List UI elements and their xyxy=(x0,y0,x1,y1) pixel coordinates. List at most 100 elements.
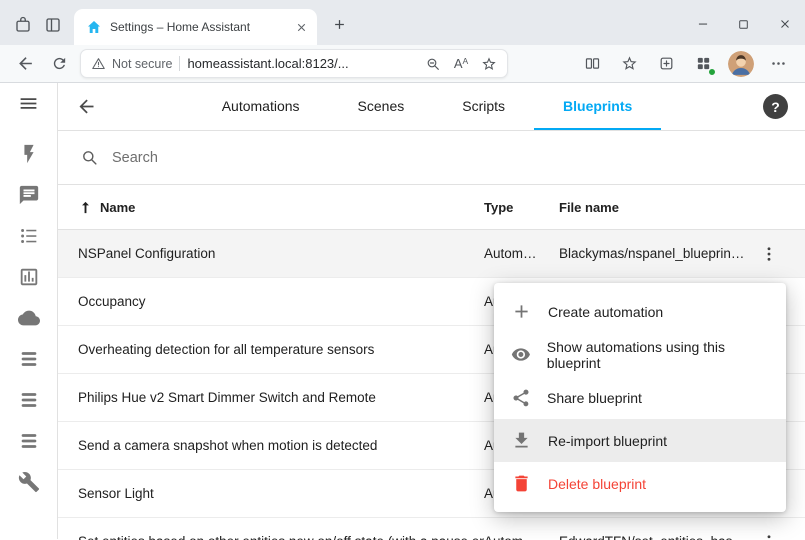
favorite-star-button[interactable] xyxy=(475,51,503,77)
profile-avatar[interactable] xyxy=(728,51,754,77)
tab-automations[interactable]: Automations xyxy=(193,83,329,130)
refresh-button[interactable] xyxy=(42,48,76,80)
trash-icon xyxy=(511,473,532,494)
share-icon xyxy=(511,388,531,408)
search-bar xyxy=(58,131,805,185)
split-screen-button[interactable] xyxy=(574,48,611,80)
row-overflow-menu-button[interactable] xyxy=(760,245,778,263)
maximize-icon xyxy=(737,18,750,31)
ha-sidebar xyxy=(0,83,58,539)
favorites-button[interactable] xyxy=(611,48,648,80)
more-horizontal-icon xyxy=(770,55,787,72)
minimize-button[interactable] xyxy=(682,3,723,45)
back-arrow-icon xyxy=(76,96,97,117)
tab-scripts[interactable]: Scripts xyxy=(433,83,534,130)
row-type: Autom… xyxy=(484,246,559,261)
star-icon xyxy=(481,56,497,72)
row-overflow-menu-button[interactable] xyxy=(760,533,778,540)
workspaces-icon xyxy=(14,16,32,34)
tab-actions-icon[interactable] xyxy=(38,8,68,42)
new-tab-button[interactable] xyxy=(325,10,353,38)
row-name: Send a camera snapshot when motion is de… xyxy=(78,438,484,453)
browser-toolbar: Not secure homeassistant.local:8123/... … xyxy=(0,45,805,83)
collections-plus-icon xyxy=(658,55,675,72)
menu-item-label: Show automations using this blueprint xyxy=(547,339,769,371)
sidebar-menu-button[interactable] xyxy=(18,93,39,114)
workspaces-icon[interactable] xyxy=(8,8,38,42)
kebab-menu-icon xyxy=(760,533,778,540)
collections-button[interactable] xyxy=(648,48,685,80)
tab-blueprints[interactable]: Blueprints xyxy=(534,83,661,130)
refresh-icon xyxy=(51,55,68,72)
server-icon xyxy=(18,348,40,370)
favorites-star-icon xyxy=(621,55,638,72)
menu-item-delete-blueprint[interactable]: Delete blueprint xyxy=(494,462,786,505)
sidebar-item-device-1[interactable] xyxy=(18,348,40,370)
row-file: Blackymas/nspanel_blueprin… xyxy=(559,246,749,261)
sidebar-item-cloud[interactable] xyxy=(18,307,40,329)
menu-item-create-automation[interactable]: Create automation xyxy=(494,290,786,333)
row-name: Sensor Light xyxy=(78,486,484,501)
menu-item-label: Share blueprint xyxy=(547,390,642,406)
help-button[interactable]: ? xyxy=(763,94,788,119)
menu-item-reimport-blueprint[interactable]: Re-import blueprint xyxy=(494,419,786,462)
menu-item-label: Delete blueprint xyxy=(548,476,646,492)
home-assistant-favicon xyxy=(86,19,102,35)
not-secure-warning-icon xyxy=(91,56,106,71)
tab-scenes[interactable]: Scenes xyxy=(329,83,434,130)
zoom-out-button[interactable] xyxy=(419,51,447,77)
server-icon xyxy=(18,389,40,411)
table-row[interactable]: NSPanel Configuration Autom… Blackymas/n… xyxy=(58,230,805,278)
ha-back-button[interactable] xyxy=(76,96,97,117)
column-header-name[interactable]: Name xyxy=(100,200,135,215)
maximize-button[interactable] xyxy=(723,3,764,45)
address-bar[interactable]: Not secure homeassistant.local:8123/... … xyxy=(80,49,508,78)
hamburger-menu-icon xyxy=(18,93,39,114)
row-name: Occupancy xyxy=(78,294,484,309)
menu-item-show-automations[interactable]: Show automations using this blueprint xyxy=(494,333,786,376)
kebab-menu-icon xyxy=(760,245,778,263)
url-text[interactable]: homeassistant.local:8123/... xyxy=(187,56,419,71)
column-header-type[interactable]: Type xyxy=(484,200,559,215)
menu-item-share-blueprint[interactable]: Share blueprint xyxy=(494,376,786,419)
ha-tab-bar: Automations Scenes Scripts Blueprints xyxy=(97,83,757,130)
close-icon xyxy=(295,21,308,34)
browser-window: Settings – Home Assistant Not sec xyxy=(0,0,805,540)
sidebar-item-developer-tools[interactable] xyxy=(18,471,40,493)
split-screen-icon xyxy=(584,55,601,72)
row-type: Autom… xyxy=(484,534,559,540)
browser-tab[interactable]: Settings – Home Assistant xyxy=(74,9,317,45)
sidebar-item-energy[interactable] xyxy=(18,143,40,165)
search-input[interactable] xyxy=(112,131,805,184)
close-icon xyxy=(778,17,792,31)
security-label: Not secure xyxy=(112,57,172,71)
sidebar-item-device-2[interactable] xyxy=(18,389,40,411)
back-button[interactable] xyxy=(8,48,42,80)
sidebar-item-todo[interactable] xyxy=(18,225,40,247)
table-row[interactable]: Set entities based on other entities new… xyxy=(58,518,805,540)
bulleted-list-icon xyxy=(18,225,40,247)
extensions-button[interactable] xyxy=(685,48,722,80)
column-header-file[interactable]: File name xyxy=(559,200,749,215)
sidebar-item-history[interactable] xyxy=(18,266,40,288)
browser-menu-button[interactable] xyxy=(760,48,797,80)
blueprint-context-menu: Create automation Show automations using… xyxy=(494,283,786,512)
browser-titlebar: Settings – Home Assistant xyxy=(0,0,805,45)
tab-actions-icon xyxy=(44,16,62,34)
wrench-icon xyxy=(18,471,40,493)
close-window-button[interactable] xyxy=(764,3,805,45)
toolbar-right-group xyxy=(574,48,797,80)
menu-item-label: Create automation xyxy=(548,304,663,320)
sidebar-item-logbook[interactable] xyxy=(18,184,40,206)
tab-close-icon[interactable] xyxy=(291,17,311,37)
read-aloud-icon: AA xyxy=(454,57,468,70)
eye-icon xyxy=(511,344,531,365)
server-icon xyxy=(18,430,40,452)
download-icon xyxy=(511,430,532,451)
read-aloud-button[interactable]: AA xyxy=(447,51,475,77)
extension-status-badge xyxy=(708,68,716,76)
avatar-photo xyxy=(728,51,754,77)
sort-ascending-icon[interactable] xyxy=(78,200,93,215)
chat-bubble-icon xyxy=(18,184,40,206)
sidebar-item-device-3[interactable] xyxy=(18,430,40,452)
